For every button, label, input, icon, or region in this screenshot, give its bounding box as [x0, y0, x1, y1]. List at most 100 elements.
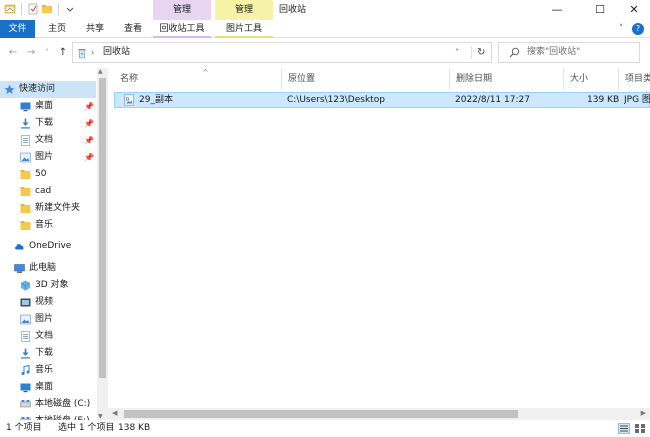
sidebar-item[interactable]: 视频 — [0, 294, 96, 311]
search-box[interactable]: 搜索"回收站" — [498, 42, 640, 63]
scroll-right-arrow-icon[interactable]: ▶ — [641, 409, 646, 417]
sidebar-item-label: 本地磁盘 (C:) — [35, 399, 91, 409]
maximize-button[interactable]: ☐ — [582, 0, 618, 20]
horizontal-scroll-thumb[interactable] — [124, 410, 518, 418]
scroll-down-arrow-icon[interactable]: ▼ — [98, 413, 103, 420]
tab-picture-tools[interactable]: 图片工具 — [215, 20, 273, 38]
sidebar-item-label: 下载 — [35, 348, 54, 358]
column-header-date-deleted[interactable]: 删除日期 — [450, 68, 564, 90]
close-button[interactable]: ✕ — [616, 0, 650, 20]
sidebar-item[interactable]: 文档 — [0, 328, 96, 345]
back-button[interactable]: ← — [6, 46, 20, 60]
sidebar-item[interactable]: 桌面 📌 — [0, 98, 96, 115]
column-header-name[interactable]: 名称 ^ — [114, 68, 282, 90]
contextual-tab-picture-manage: 管理 — [215, 0, 273, 20]
video-icon — [20, 298, 31, 307]
sidebar-item-label: 快速访问 — [19, 84, 56, 94]
sidebar-item-label: 本地磁盘 (E:) — [35, 413, 90, 420]
sidebar-item-label: 文档 — [35, 135, 54, 145]
sidebar-item[interactable]: 本地磁盘 (E:) — [0, 413, 96, 420]
column-label: 名称 — [120, 74, 139, 84]
sidebar-item[interactable]: 新建文件夹 — [0, 200, 96, 217]
breadcrumb-recycle-bin[interactable]: 回收站 — [103, 43, 130, 62]
ribbon-expand-chevron[interactable]: ˅ — [614, 20, 628, 38]
properties-icon[interactable] — [27, 3, 39, 15]
folder-icon — [20, 221, 31, 230]
tab-file[interactable]: 文件 — [0, 20, 35, 38]
sidebar-item[interactable]: 快速访问 — [0, 81, 96, 98]
sidebar-item-label: 桌面 — [35, 101, 54, 111]
folder-icon — [20, 187, 31, 196]
sidebar-item-label: cad — [35, 186, 52, 196]
jpg-file-icon — [124, 94, 134, 106]
recent-locations-button[interactable]: ˅ — [40, 46, 54, 60]
nav-vertical-scrollbar[interactable]: ▲ ▼ — [97, 68, 108, 420]
sidebar-item[interactable]: 下载 — [0, 345, 96, 362]
sidebar-item[interactable]: cad — [0, 183, 96, 200]
sidebar-item[interactable]: 下载 📌 — [0, 115, 96, 132]
picture-icon — [20, 314, 31, 325]
pin-icon: 📌 — [84, 136, 94, 145]
folder-icon — [20, 204, 31, 213]
document-icon — [21, 135, 30, 146]
column-header-original-location[interactable]: 原位置 — [282, 68, 450, 90]
sidebar-item-label: OneDrive — [29, 241, 72, 251]
sidebar-item[interactable]: OneDrive — [0, 238, 96, 255]
tab-recycle-bin-tools[interactable]: 回收站工具 — [153, 20, 211, 38]
up-button[interactable]: ↑ — [56, 46, 70, 60]
help-icon[interactable]: ? — [632, 23, 644, 35]
sidebar-item-label: 50 — [35, 169, 47, 179]
column-header-item-type[interactable]: 项目类 — [619, 68, 650, 90]
sidebar-item-label: 桌面 — [35, 382, 54, 392]
refresh-button[interactable]: ↻ — [477, 43, 485, 62]
scroll-left-arrow-icon[interactable]: ◀ — [112, 409, 117, 417]
horizontal-scrollbar[interactable]: ◀ ▶ — [108, 408, 650, 420]
table-row[interactable]: 29_副本 C:\Users\123\Desktop 2022/8/11 17:… — [114, 92, 650, 108]
sidebar-item[interactable]: 图片 📌 — [0, 149, 96, 166]
sidebar-item[interactable]: 此电脑 — [0, 260, 96, 277]
sidebar-item-label: 图片 — [35, 152, 54, 162]
pin-icon: 📌 — [84, 153, 94, 162]
sidebar-item[interactable]: 音乐 — [0, 362, 96, 379]
address-bar[interactable]: › 回收站 ˅ ↻ — [72, 42, 492, 63]
customize-toolbar-icon[interactable] — [64, 3, 76, 15]
minimize-button[interactable]: — — [539, 0, 575, 20]
document-icon — [21, 331, 30, 342]
sidebar-item[interactable]: 文档 📌 — [0, 132, 96, 149]
tab-home[interactable]: 主页 — [40, 20, 74, 38]
sidebar-item[interactable]: 50 — [0, 166, 96, 183]
sidebar-item[interactable]: 音乐 — [0, 217, 96, 234]
details-view-icon[interactable] — [618, 423, 630, 434]
search-input[interactable]: 搜索"回收站" — [527, 43, 580, 62]
sidebar-item[interactable]: 图片 — [0, 311, 96, 328]
toolbar-divider — [21, 3, 22, 15]
tab-share[interactable]: 共享 — [78, 20, 112, 38]
address-row: ← → ˅ ↑ › 回收站 ˅ ↻ 搜索"回收站" — [0, 38, 650, 68]
breadcrumb-chevron[interactable]: › — [91, 43, 94, 62]
cube-icon — [20, 280, 31, 291]
sidebar-item[interactable]: 本地磁盘 (C:) — [0, 396, 96, 413]
sidebar-item-label: 新建文件夹 — [35, 203, 81, 213]
file-date-deleted: 2022/8/11 17:27 — [455, 95, 530, 105]
large-icons-view-icon[interactable] — [634, 423, 646, 434]
sort-ascending-icon: ^ — [202, 68, 209, 77]
tab-view[interactable]: 查看 — [116, 20, 150, 38]
status-item-count: 1 个项目 — [6, 423, 42, 433]
pin-icon: 📌 — [84, 102, 94, 111]
file-size: 139 KB — [587, 95, 620, 105]
sidebar-item[interactable]: 3D 对象 — [0, 277, 96, 294]
star-icon — [4, 84, 15, 94]
sidebar-item[interactable]: 桌面 — [0, 379, 96, 396]
new-folder-icon[interactable] — [41, 3, 53, 15]
desktop-icon — [20, 102, 31, 112]
search-icon — [509, 47, 520, 58]
forward-button[interactable]: → — [24, 46, 38, 60]
address-history-dropdown[interactable]: ˅ — [455, 43, 459, 62]
file-list-view: 名称 ^ 原位置 删除日期 大小 项目类 29_副本 C:\Users\123\… — [108, 68, 650, 420]
scroll-up-arrow-icon[interactable]: ▲ — [98, 68, 103, 75]
quick-access-toolbar — [4, 3, 76, 15]
file-type: JPG 图 — [624, 95, 650, 105]
column-header-size[interactable]: 大小 — [564, 68, 619, 90]
sidebar-item-label: 下载 — [35, 118, 54, 128]
nav-scroll-thumb[interactable] — [99, 78, 106, 378]
